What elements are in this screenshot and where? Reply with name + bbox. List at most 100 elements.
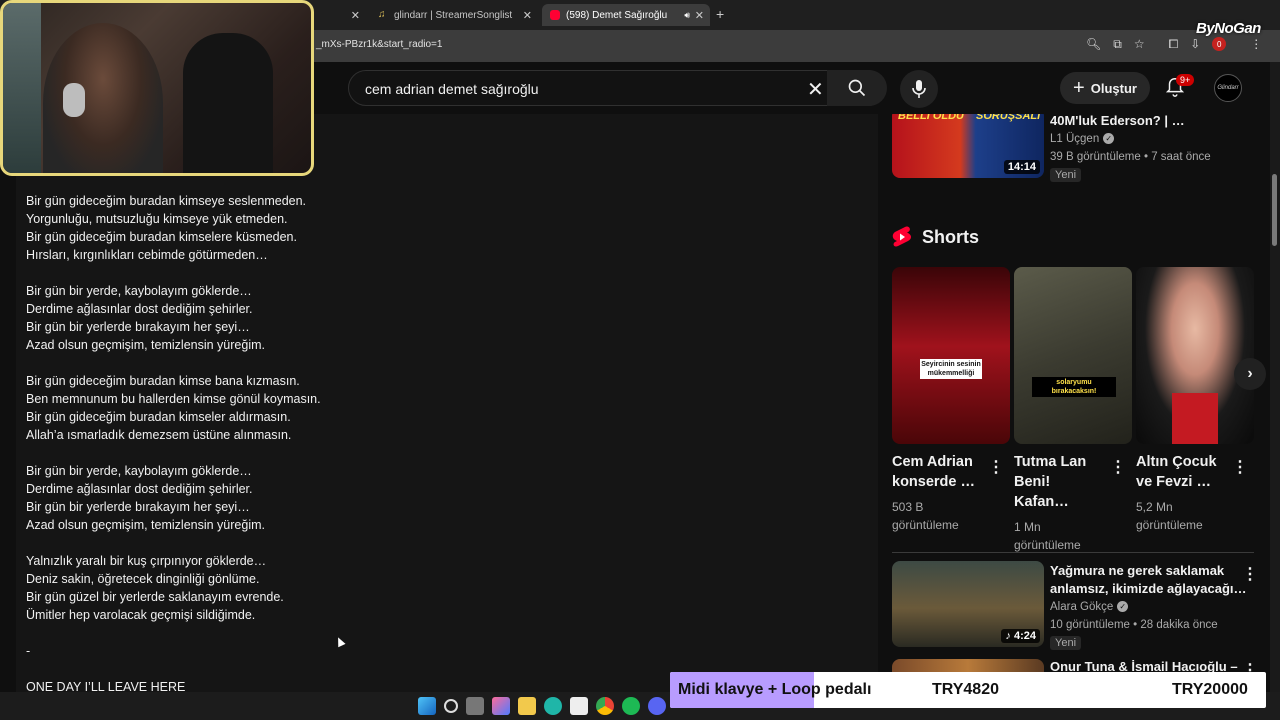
video-thumbnail[interactable]: ♪ 4:24 <box>892 561 1044 647</box>
lyric-line: Derdime ağlasınlar dost dediğim şehirler… <box>26 482 253 496</box>
copilot-icon[interactable] <box>492 697 510 715</box>
lyric-line: Bir gün bir yerde, kaybolayım göklerde… <box>26 284 252 298</box>
video-title[interactable]: Yağmura ne gerek saklamak anlamsız, ikim… <box>1050 562 1250 598</box>
shirt-shape <box>1172 393 1218 444</box>
verified-check-icon: ✓ <box>1117 601 1129 613</box>
more-options-icon[interactable]: ⋮ <box>988 457 1004 477</box>
lyric-line: Bir gün güzel bir yerlerde saklanayım ev… <box>26 590 284 604</box>
lyric-line: Allah’a ısmarladık demezsem üstüne alınm… <box>26 428 292 442</box>
related-videos-sidebar: BELLİ OLDU SORUŞSALI 14:14 40M'luk Eders… <box>878 114 1270 692</box>
microphone-prop <box>63 83 85 117</box>
short-thumbnail[interactable] <box>1136 267 1254 444</box>
tab-label: glindarr | StreamerSonglist <box>394 9 513 21</box>
lyric-line: Yorgunluğu, mutsuzluğu kimseye yük etmed… <box>26 212 288 226</box>
short-overlay-text: solaryumu bırakacaksın! <box>1032 377 1116 397</box>
windows-start-icon[interactable] <box>418 697 436 715</box>
scrollbar-thumb[interactable] <box>1272 174 1277 246</box>
download-icon[interactable]: ⇩ <box>1190 37 1200 52</box>
video-thumbnail[interactable]: BELLİ OLDU SORUŞSALI 14:14 <box>892 114 1044 178</box>
close-tab-icon[interactable]: ✕ <box>695 9 704 22</box>
more-options-icon[interactable]: ⋮ <box>1242 564 1258 584</box>
tab-1[interactable]: ✕ <box>314 4 366 26</box>
bookmark-star-icon[interactable]: ☆ <box>1134 37 1145 52</box>
discord-icon[interactable] <box>648 697 666 715</box>
lyric-line: Bir gün gideceğim buradan kimseye seslen… <box>26 194 307 208</box>
lyric-line <box>26 444 321 462</box>
lyric-line: Bir gün bir yerlerde bırakayım her şeyi… <box>26 500 250 514</box>
screen: ✕ ♫ glindarr | StreamerSonglist ✕ (598) … <box>0 0 1280 720</box>
duration-text: 4:24 <box>1013 630 1036 642</box>
video-title[interactable]: 40M'luk Ederson? | … <box>1050 114 1240 130</box>
close-tab-icon[interactable]: ✕ <box>523 9 532 22</box>
lyric-line <box>26 534 321 552</box>
short-thumbnail[interactable]: solaryumu bırakacaksın! <box>1014 267 1132 444</box>
short-card[interactable]: Altın Çocuk ve Fevzi … 5,2 Mn görüntülem… <box>1136 267 1254 534</box>
clear-search-icon[interactable]: ✕ <box>807 77 824 102</box>
tab-3-active[interactable]: (598) Demet Sağıroğlu & Cem 🔊︎ ✕ <box>542 4 710 26</box>
create-button[interactable]: + Oluştur <box>1060 72 1150 104</box>
lyric-line: Bir gün gideceğim buradan kimseler aldır… <box>26 410 291 424</box>
short-thumbnail[interactable]: Seyircinin sesinin mükemmelliği <box>892 267 1010 444</box>
lyric-line <box>26 264 321 282</box>
promo-price-1: TRY4820 <box>932 681 999 698</box>
search-icon[interactable] <box>444 699 458 713</box>
more-options-icon[interactable]: ⋮ <box>1110 457 1126 477</box>
lyric-line: - <box>26 644 31 658</box>
video-duration: ♪ 4:24 <box>1001 629 1040 643</box>
lyric-line: Bir gün bir yerde, kaybolayım göklerde… <box>26 464 252 478</box>
promo-banner: Midi klavye + Loop pedalı TRY4820 TRY200… <box>670 672 1266 708</box>
short-views: 5,2 Mn görüntüleme <box>1136 500 1203 532</box>
extensions-icon[interactable]: ⧠ <box>1169 37 1179 52</box>
lyric-line: ONE DAY I’LL LEAVE HERE <box>26 680 186 692</box>
file-explorer-icon[interactable] <box>518 697 536 715</box>
short-title[interactable]: Tutma Lan Beni! Kafan… <box>1014 452 1104 512</box>
promo-price-2: TRY20000 <box>1172 681 1248 698</box>
short-views: 503 B görüntüleme <box>892 500 959 532</box>
lyric-line <box>26 660 321 678</box>
short-title[interactable]: Cem Adrian konserde … <box>892 452 982 492</box>
tab-2[interactable]: ♫ glindarr | StreamerSonglist ✕ <box>370 4 538 26</box>
search-box[interactable]: cem adrian demet sağıroğlu ✕ <box>348 70 887 106</box>
lyric-line: Ben memnunum bu hallerden kimse gönül ko… <box>26 392 321 406</box>
zoom-icon[interactable]: 🔍︎ <box>1086 37 1101 52</box>
video-meta: 39 B görüntüleme • 7 saat önce <box>1050 151 1211 163</box>
speaker-icon[interactable]: 🔊︎ <box>684 10 690 21</box>
extension-badge[interactable]: 0 <box>1212 37 1227 51</box>
search-input[interactable]: cem adrian demet sağıroğlu <box>365 81 539 97</box>
video-channel[interactable]: L1 Üçgen ✓ <box>1050 131 1115 148</box>
youtube-icon <box>550 10 560 20</box>
lyric-line: Derdime ağlasınlar dost dediğim şehirler… <box>26 302 253 316</box>
voice-search-button[interactable] <box>900 70 938 108</box>
chair-shape <box>183 33 273 173</box>
short-card[interactable]: solaryumu bırakacaksın! Tutma Lan Beni! … <box>1014 267 1132 554</box>
search-button[interactable] <box>827 70 887 106</box>
chrome-icon[interactable] <box>596 697 614 715</box>
new-badge: Yeni <box>1050 636 1082 650</box>
short-overlay-text: Seyircinin sesinin mükemmelliği <box>920 359 982 379</box>
short-card[interactable]: Seyircinin sesinin mükemmelliği Cem Adri… <box>892 267 1010 534</box>
task-view-icon[interactable] <box>466 697 484 715</box>
channel-name: Alara Gökçe <box>1050 601 1114 613</box>
page-scrollbar[interactable] <box>1270 62 1280 692</box>
close-tab-icon[interactable]: ✕ <box>351 9 360 22</box>
store-icon[interactable] <box>570 697 588 715</box>
new-tab-button[interactable]: + <box>716 6 724 22</box>
url-field[interactable]: _mXs-PBzr1k&start_radio=1 <box>316 39 442 50</box>
video-channel[interactable]: Alara Gökçe ✓ <box>1050 599 1129 616</box>
cast-icon[interactable]: ⧉ <box>1113 37 1122 52</box>
more-options-icon[interactable]: ⋮ <box>1232 457 1248 477</box>
address-bar-icons: 🔍︎ ⧉ ☆ ⧠ ⇩ 0 ⋮ <box>1086 37 1262 52</box>
shorts-next-button[interactable]: › <box>1234 358 1266 390</box>
short-title[interactable]: Altın Çocuk ve Fevzi … <box>1136 452 1226 492</box>
plus-icon: + <box>1073 76 1085 99</box>
divider <box>892 552 1254 553</box>
music-note-icon: ♪ <box>1005 630 1014 642</box>
video-duration: 14:14 <box>1003 160 1040 174</box>
avatar[interactable]: Glindarr <box>1214 74 1242 102</box>
spotify-icon[interactable] <box>622 697 640 715</box>
edge-icon[interactable] <box>544 697 562 715</box>
create-label: Oluştur <box>1090 80 1137 96</box>
menu-icon[interactable]: ⋮ <box>1250 37 1262 52</box>
chevron-right-icon: › <box>1247 365 1253 382</box>
stream-brandmark: ByNoGan <box>1196 20 1261 37</box>
